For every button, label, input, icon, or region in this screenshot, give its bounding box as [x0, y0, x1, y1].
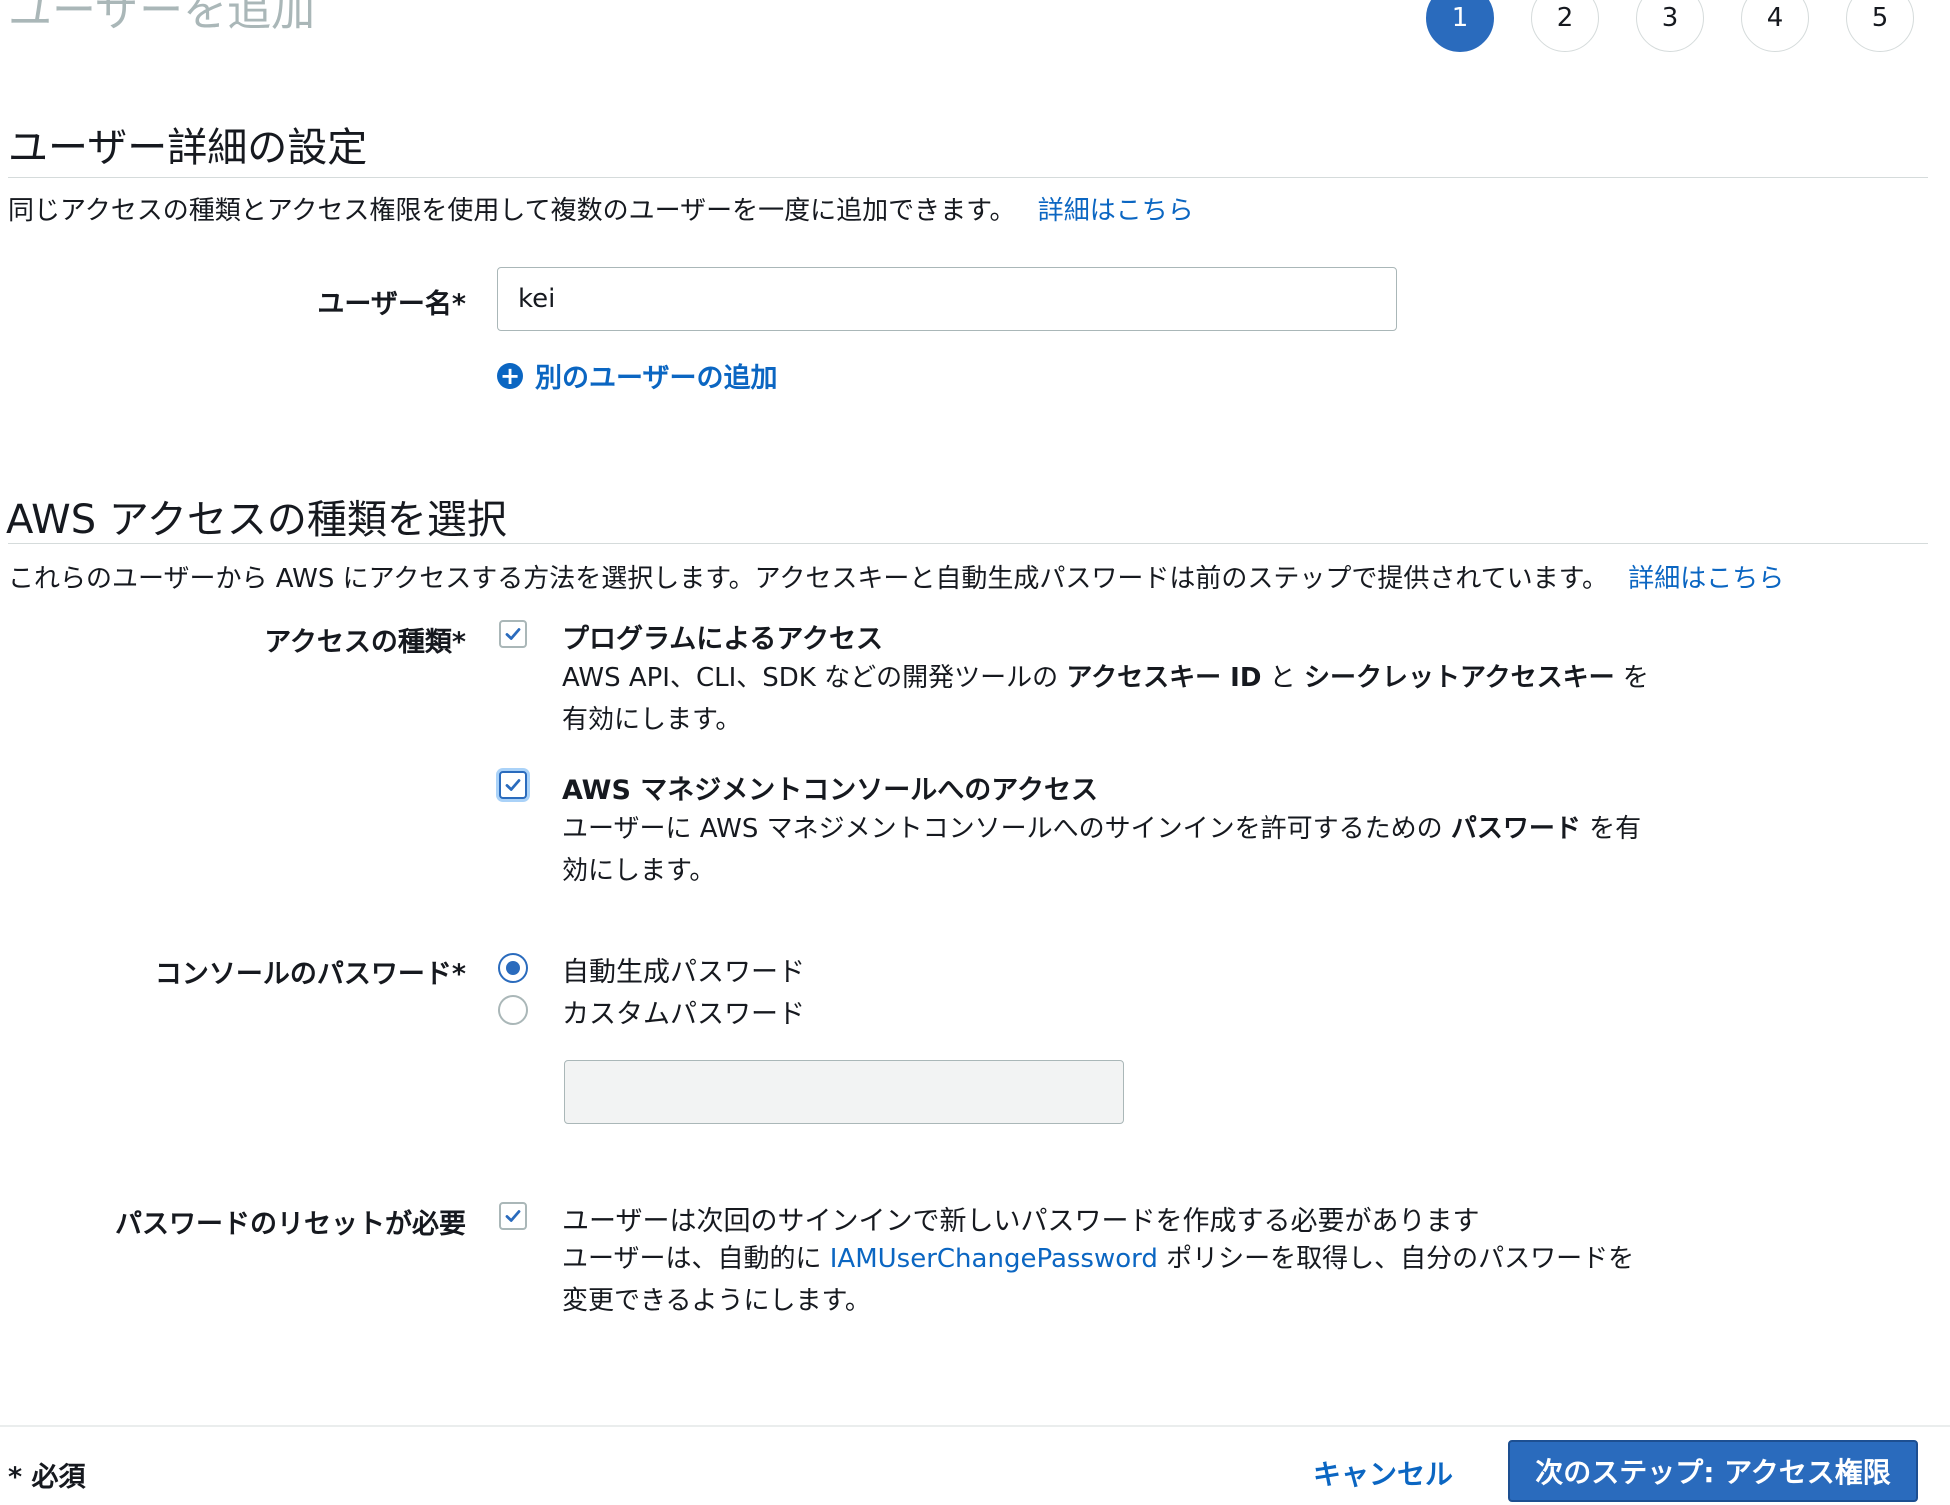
- step-4[interactable]: 4: [1741, 0, 1809, 52]
- reset-desc-text: ユーザーは、自動的に: [562, 1244, 830, 1274]
- step-2[interactable]: 2: [1531, 0, 1599, 52]
- access-type-learn-more-link[interactable]: 詳細はこちら: [1628, 564, 1784, 594]
- section-divider: [8, 177, 1928, 178]
- username-input-value: kei: [518, 284, 556, 314]
- username-input[interactable]: kei: [497, 267, 1397, 331]
- console-desc-text: ユーザーに AWS マネジメントコンソールへのサインインを許可するための: [562, 814, 1451, 844]
- password-text: パスワード: [1450, 814, 1581, 844]
- step-3[interactable]: 3: [1636, 0, 1704, 52]
- access-type-description: これらのユーザーから AWS にアクセスする方法を選択します。アクセスキーと自動…: [8, 558, 1784, 595]
- auto-password-radio[interactable]: [498, 953, 528, 983]
- step-5[interactable]: 5: [1846, 0, 1914, 52]
- password-reset-title: ユーザーは次回のサインインで新しいパスワードを作成する必要があります: [562, 1206, 1480, 1237]
- secret-access-key-text: シークレットアクセスキー: [1303, 663, 1615, 693]
- radio-selected-dot: [506, 961, 520, 975]
- console-access-title: AWS マネジメントコンソールへのアクセス: [562, 775, 1098, 806]
- access-type-description-text: これらのユーザーから AWS にアクセスする方法を選択します。アクセスキーと自動…: [8, 564, 1609, 594]
- password-reset-description: ユーザーは、自動的に IAMUserChangePassword ポリシーを取得…: [562, 1238, 1642, 1322]
- checkmark-icon: [505, 779, 521, 791]
- user-details-description: 同じアクセスの種類とアクセス権限を使用して複数のユーザーを一度に追加できます。 …: [8, 190, 1194, 227]
- programmatic-desc-text: と: [1261, 663, 1304, 693]
- console-access-checkbox[interactable]: [499, 771, 527, 799]
- cancel-button[interactable]: キャンセル: [1313, 1453, 1453, 1493]
- access-type-title: AWS アクセスの種類を選択: [6, 497, 507, 543]
- user-details-title: ユーザー詳細の設定: [8, 125, 368, 171]
- programmatic-access-title: プログラムによるアクセス: [562, 624, 884, 655]
- custom-password-input[interactable]: [564, 1060, 1124, 1124]
- password-reset-label: パスワードのリセットが必要: [115, 1209, 466, 1240]
- add-another-user-label: 別のユーザーの追加: [535, 363, 778, 394]
- step-1[interactable]: 1: [1426, 0, 1494, 52]
- user-details-description-text: 同じアクセスの種類とアクセス権限を使用して複数のユーザーを一度に追加できます。: [8, 196, 1016, 226]
- iam-user-change-password-link[interactable]: IAMUserChangePassword: [830, 1244, 1158, 1274]
- programmatic-desc-text: AWS API、CLI、SDK などの開発ツールの: [562, 663, 1067, 693]
- programmatic-access-description: AWS API、CLI、SDK などの開発ツールの アクセスキー ID と シー…: [562, 657, 1662, 741]
- footer-divider: [0, 1425, 1950, 1427]
- auto-password-label[interactable]: 自動生成パスワード: [562, 950, 805, 989]
- password-reset-checkbox[interactable]: [499, 1202, 527, 1230]
- access-type-label: アクセスの種類*: [264, 627, 466, 658]
- username-label: ユーザー名*: [317, 289, 466, 320]
- page-title: ユーザーを追加: [8, 0, 316, 36]
- checkmark-icon: [505, 628, 521, 640]
- access-key-id-text: アクセスキー ID: [1066, 663, 1262, 693]
- checkmark-icon: [505, 1210, 521, 1222]
- user-details-learn-more-link[interactable]: 詳細はこちら: [1038, 196, 1194, 226]
- console-access-description: ユーザーに AWS マネジメントコンソールへのサインインを許可するための パスワ…: [562, 808, 1662, 892]
- custom-password-radio[interactable]: [498, 995, 528, 1025]
- required-note: * 必須: [8, 1462, 86, 1493]
- custom-password-label[interactable]: カスタムパスワード: [562, 992, 805, 1031]
- next-step-permissions-button[interactable]: 次のステップ: アクセス権限: [1508, 1440, 1918, 1502]
- section-divider: [8, 543, 1928, 544]
- programmatic-access-checkbox[interactable]: [499, 620, 527, 648]
- console-password-label: コンソールのパスワード*: [154, 959, 466, 990]
- add-another-user-button[interactable]: + 別のユーザーの追加: [497, 356, 777, 395]
- plus-circle-icon: +: [497, 362, 523, 389]
